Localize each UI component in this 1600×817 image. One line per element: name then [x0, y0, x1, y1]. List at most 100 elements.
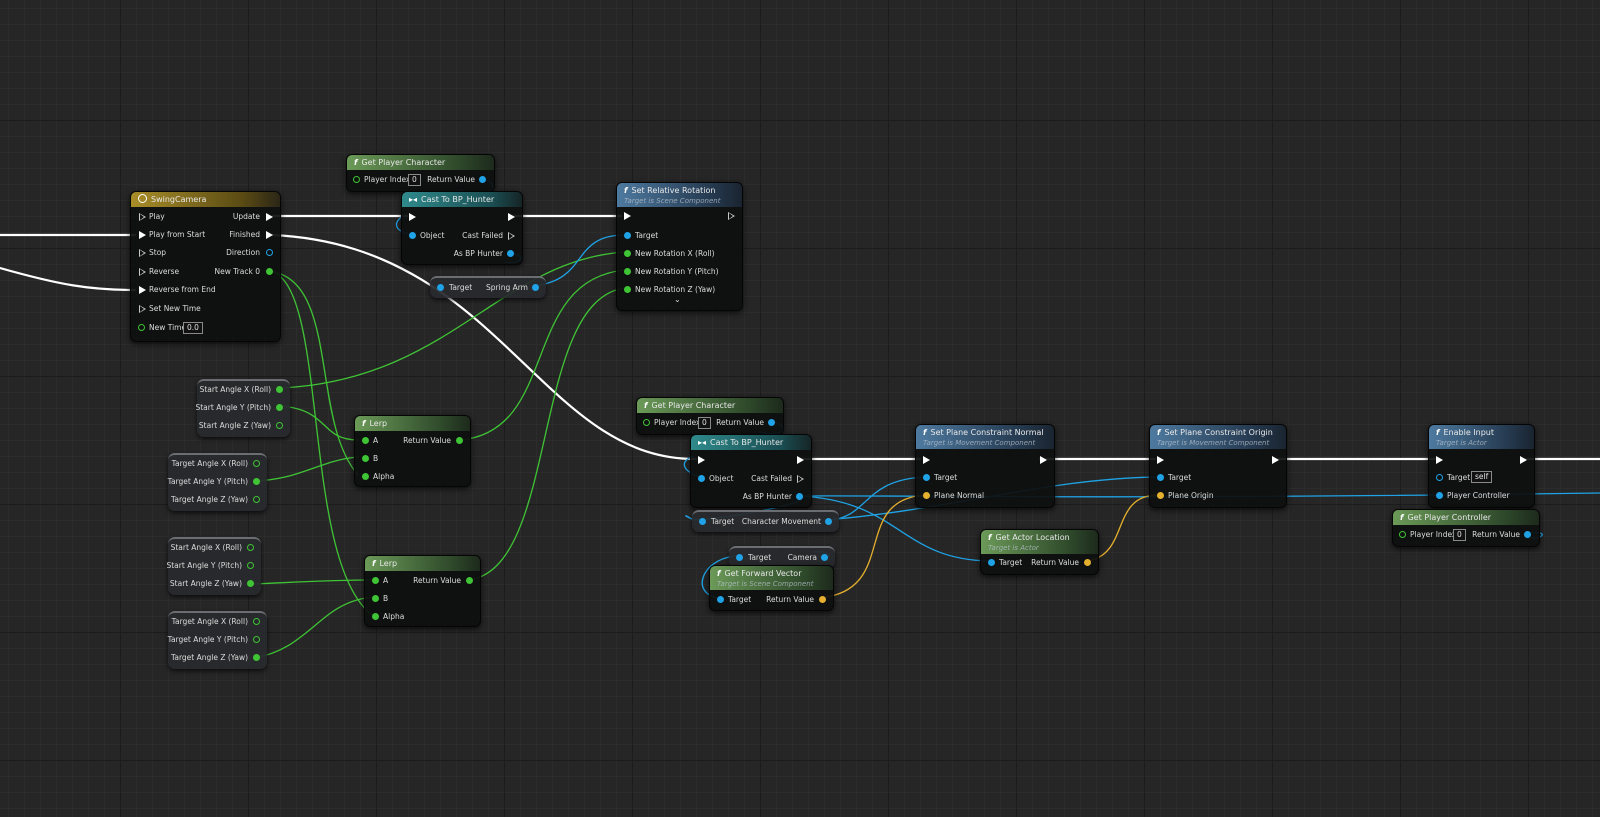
exec-pin-out[interactable] [1272, 456, 1279, 464]
object-pin-return[interactable] [768, 419, 775, 426]
object-pin-target[interactable] [736, 554, 743, 561]
exec-pin-stop[interactable] [139, 249, 146, 257]
float-pin-start-x[interactable] [276, 386, 283, 393]
node-start-angle-group[interactable]: Start Angle X (Roll) Start Angle Y (Pitc… [195, 379, 290, 437]
float-pin-return[interactable] [466, 577, 473, 584]
exec-pin-reverse-from-end[interactable] [139, 286, 146, 294]
node-spring-arm-getter[interactable]: Target Spring Arm [430, 276, 546, 298]
node-enable-input[interactable]: f Enable Input Target is Actor Target self… [1428, 424, 1535, 508]
object-pin-target[interactable] [988, 559, 995, 566]
object-pin-player-controller[interactable] [1436, 492, 1443, 499]
float-pin-target-x[interactable] [253, 460, 260, 467]
node-get-player-character[interactable]: f Get Player Character Player Index 0 Ret… [636, 397, 784, 435]
float-pin-return[interactable] [456, 437, 463, 444]
node-set-plane-constraint-normal[interactable]: f Set Plane Constraint Normal Target is Mo… [915, 424, 1055, 508]
node-lerp[interactable]: f Lerp A B Alpha Return Value [364, 555, 481, 627]
float-pin-a[interactable] [362, 437, 369, 444]
node-get-actor-location[interactable]: f Get Actor Location Target is Actor Targe… [980, 529, 1099, 575]
node-get-player-character[interactable]: f Get Player Character Player Index 0 Ret… [346, 154, 495, 192]
node-cast-to-bp-hunter[interactable]: ▸◂ Cast To BP_Hunter Object Cast Failed A… [690, 434, 812, 508]
object-pin-return[interactable] [1524, 531, 1531, 538]
float-pin-roll[interactable] [624, 250, 631, 257]
object-pin-spring-arm[interactable] [532, 284, 539, 291]
float-pin-new-time[interactable] [138, 324, 145, 331]
object-pin-target[interactable] [717, 596, 724, 603]
node-lerp[interactable]: f Lerp A B Alpha Return Value [354, 415, 471, 487]
float-pin-b[interactable] [362, 455, 369, 462]
exec-pin-in[interactable] [923, 456, 930, 464]
player-index-field[interactable]: 0 [408, 174, 421, 186]
exec-pin-out[interactable] [508, 213, 515, 221]
exec-pin-out[interactable] [797, 456, 804, 464]
node-swing-camera[interactable]: SwingCamera Play Play from Start Stop Re… [130, 191, 281, 342]
pin-player-index[interactable] [353, 176, 360, 183]
object-pin-target[interactable] [624, 232, 631, 239]
object-pin-object[interactable] [698, 475, 705, 482]
float-pin-target-x[interactable] [253, 618, 260, 625]
pin-direction[interactable] [266, 249, 273, 256]
float-pin-start-y[interactable] [247, 562, 254, 569]
float-pin-new-track-0[interactable] [266, 268, 273, 275]
player-index-field[interactable]: 0 [1453, 529, 1466, 541]
float-pin-target-z[interactable] [253, 654, 260, 661]
float-pin-target-z[interactable] [253, 496, 260, 503]
node-cast-to-bp-hunter[interactable]: ▸◂ Cast To BP_Hunter Object Cast Failed A… [401, 191, 523, 265]
player-index-field[interactable]: 0 [698, 417, 711, 429]
object-pin-target[interactable] [1157, 474, 1164, 481]
exec-pin-cast-failed[interactable] [508, 232, 515, 240]
object-pin-character-movement[interactable] [825, 518, 832, 525]
float-pin-alpha[interactable] [372, 613, 379, 620]
vector-pin-plane-origin[interactable] [1157, 492, 1164, 499]
node-set-relative-rotation[interactable]: f Set Relative Rotation Target is Scene Co… [616, 182, 743, 311]
object-pin-target[interactable] [699, 518, 706, 525]
exec-pin-out[interactable] [728, 212, 735, 220]
exec-pin-update[interactable] [266, 213, 273, 221]
float-pin-b[interactable] [372, 595, 379, 602]
pin-player-index[interactable] [1399, 531, 1406, 538]
pin-player-index[interactable] [643, 419, 650, 426]
float-pin-a[interactable] [372, 577, 379, 584]
new-time-field[interactable]: 0.0 [183, 322, 203, 334]
node-character-movement-getter[interactable]: Target Character Movement [692, 510, 839, 532]
exec-pin-play[interactable] [139, 213, 146, 221]
float-pin-start-x[interactable] [247, 544, 254, 551]
exec-pin-set-new-time[interactable] [139, 305, 146, 313]
object-pin-target[interactable] [437, 284, 444, 291]
exec-pin-finished[interactable] [266, 231, 273, 239]
float-pin-start-z[interactable] [276, 422, 283, 429]
vector-pin-return[interactable] [1084, 559, 1091, 566]
float-pin-target-y[interactable] [253, 636, 260, 643]
node-get-forward-vector[interactable]: f Get Forward Vector Target is Scene Compo… [709, 565, 834, 611]
object-pin-target[interactable] [1436, 474, 1443, 481]
node-set-plane-constraint-origin[interactable]: f Set Plane Constraint Origin Target is Mo… [1149, 424, 1287, 508]
exec-pin-in[interactable] [698, 456, 705, 464]
object-pin-target[interactable] [923, 474, 930, 481]
object-pin-object[interactable] [409, 232, 416, 239]
float-pin-start-z[interactable] [247, 580, 254, 587]
exec-pin-reverse[interactable] [139, 268, 146, 276]
object-pin-return[interactable] [479, 176, 486, 183]
exec-pin-out[interactable] [1040, 456, 1047, 464]
node-start-angle-group[interactable]: Start Angle X (Roll) Start Angle Y (Pitc… [166, 537, 261, 595]
target-self-field[interactable]: self [1471, 471, 1493, 483]
float-pin-pitch[interactable] [624, 268, 631, 275]
exec-pin-in[interactable] [624, 212, 631, 220]
float-pin-alpha[interactable] [362, 473, 369, 480]
exec-pin-play-from-start[interactable] [139, 231, 146, 239]
object-pin-as-bp-hunter[interactable] [796, 493, 803, 500]
exec-pin-cast-failed[interactable] [797, 475, 804, 483]
node-target-angle-group[interactable]: Target Angle X (Roll) Target Angle Y (Pi… [168, 611, 267, 669]
node-target-angle-group[interactable]: Target Angle X (Roll) Target Angle Y (Pi… [168, 453, 267, 511]
exec-pin-out[interactable] [1520, 456, 1527, 464]
expand-chevron-icon[interactable]: ⌄ [674, 295, 681, 304]
float-pin-target-y[interactable] [253, 478, 260, 485]
exec-pin-in[interactable] [1157, 456, 1164, 464]
float-pin-start-y[interactable] [276, 404, 283, 411]
vector-pin-return[interactable] [819, 596, 826, 603]
float-pin-yaw[interactable] [624, 286, 631, 293]
object-pin-camera[interactable] [821, 554, 828, 561]
exec-pin-in[interactable] [409, 213, 416, 221]
exec-pin-in[interactable] [1436, 456, 1443, 464]
node-get-player-controller[interactable]: f Get Player Controller Player Index 0 Re… [1392, 509, 1540, 547]
vector-pin-plane-normal[interactable] [923, 492, 930, 499]
